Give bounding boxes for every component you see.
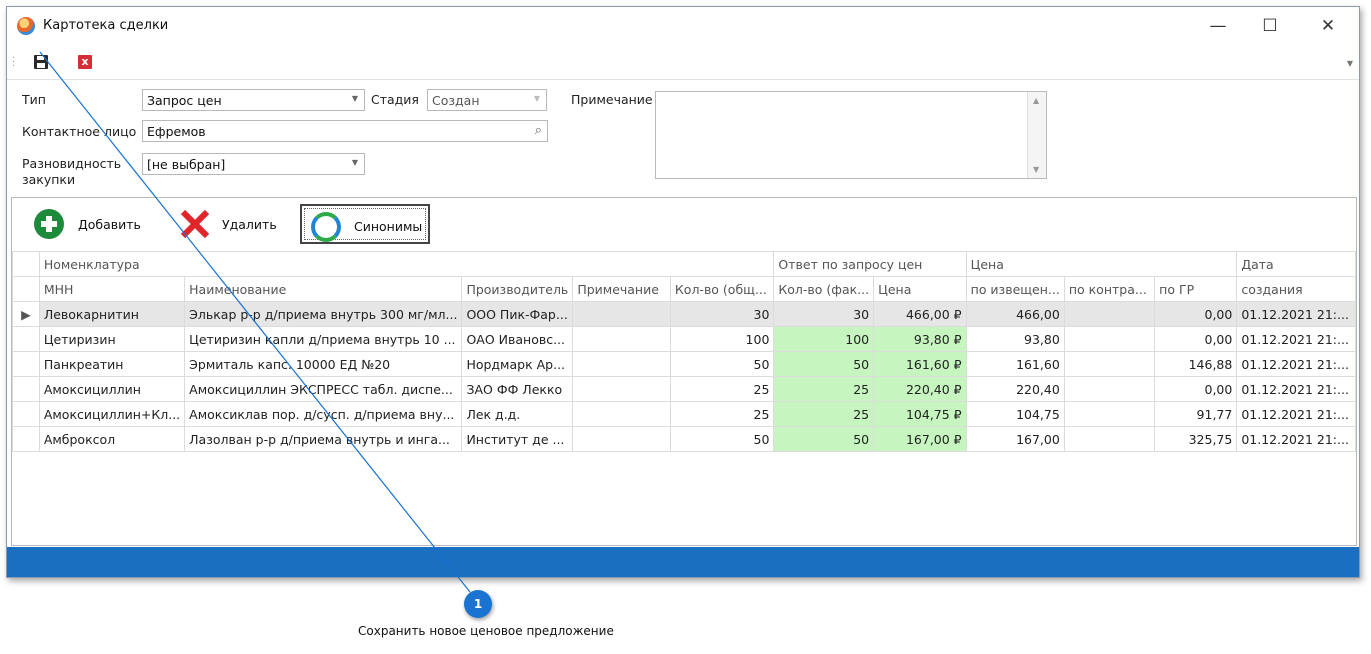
callout-pointer-line (39, 51, 471, 593)
callout-badge: 1 (464, 590, 492, 618)
callout-caption: Сохранить новое ценовое предложение (358, 624, 614, 638)
